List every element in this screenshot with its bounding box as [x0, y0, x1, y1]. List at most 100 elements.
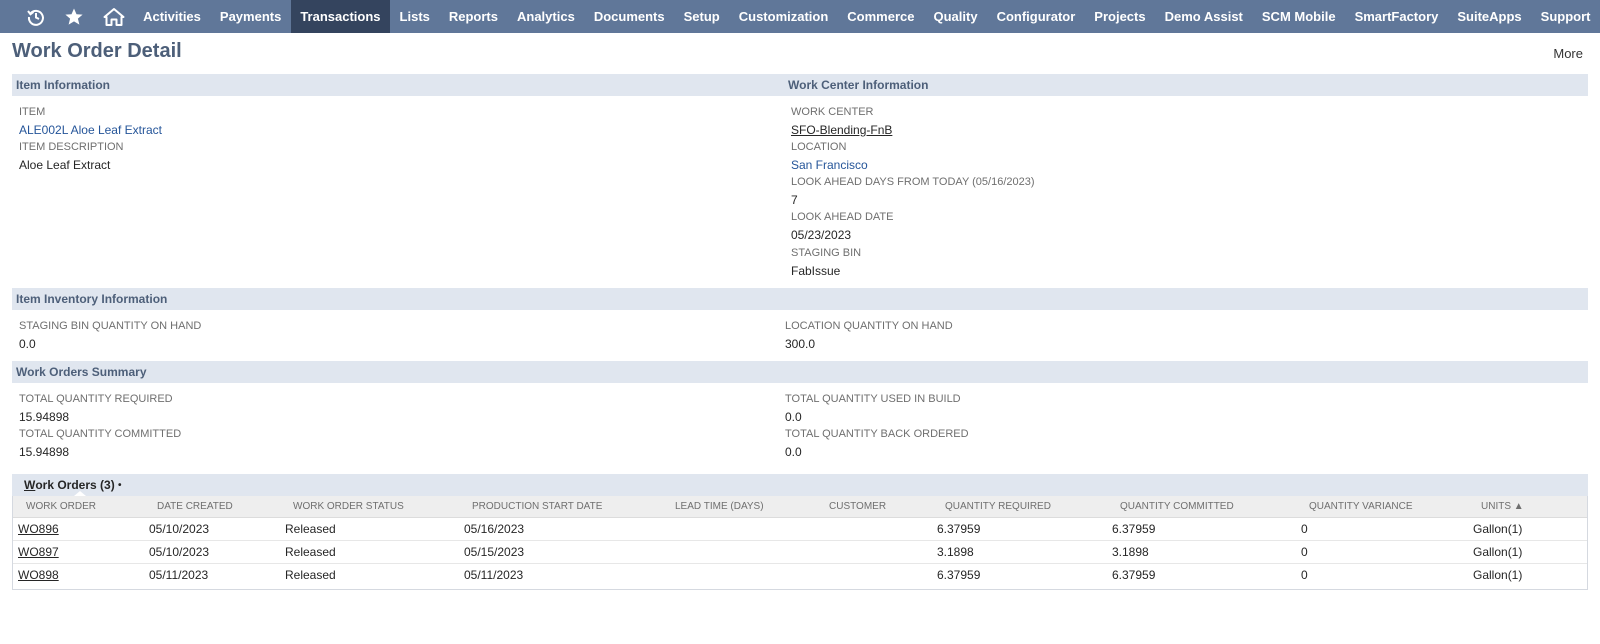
staging-bin-label: STAGING BIN [791, 247, 862, 259]
staging-bin-quantity-field: STAGING BIN QUANTITY ON HAND 0.0 [19, 320, 201, 352]
page-title: Work Order Detail [12, 40, 182, 62]
location-label: LOCATION [791, 141, 847, 153]
item-link[interactable]: ALE002L Aloe Leaf Extract [19, 122, 162, 138]
work-center-label: WORK CENTER [791, 106, 874, 118]
staging-bin-quantity-value: 0.0 [19, 337, 36, 351]
total-quantity-used-field: TOTAL QUANTITY USED IN BUILD 0.0 [785, 393, 961, 425]
work-orders-tab[interactable]: Work Orders (3) • [20, 474, 126, 496]
total-quantity-required-field: TOTAL QUANTITY REQUIRED 15.94898 [19, 393, 173, 425]
date-created-cell: 05/10/2023 [149, 545, 210, 559]
quantity-committed-cell: 3.1898 [1112, 545, 1149, 559]
column-header-customer[interactable]: CUSTOMER [829, 496, 886, 518]
location-quantity-label: LOCATION QUANTITY ON HAND [785, 320, 953, 332]
nav-reports[interactable]: Reports [439, 0, 507, 33]
work-orders-tab-bar: Work Orders (3) • [12, 474, 1588, 496]
nav-quality[interactable]: Quality [924, 0, 987, 33]
location-quantity-value: 300.0 [785, 337, 816, 351]
quantity-required-cell: 6.37959 [937, 522, 981, 536]
item-inventory-information-header: Item Inventory Information [12, 288, 1588, 310]
work-orders-table-header: WORK ORDER DATE CREATED WORK ORDER STATU… [13, 496, 1587, 518]
column-header-production-start-date[interactable]: PRODUCTION START DATE [472, 496, 602, 518]
column-header-units[interactable]: UNITS ▲ [1481, 496, 1524, 518]
item-description-field: ITEM DESCRIPTION Aloe Leaf Extract [19, 141, 124, 173]
look-ahead-date-label: LOOK AHEAD DATE [791, 211, 894, 223]
item-field: ITEM ALE002L Aloe Leaf Extract [19, 106, 162, 138]
column-header-lead-time[interactable]: LEAD TIME (DAYS) [675, 496, 764, 518]
staging-bin-quantity-label: STAGING BIN QUANTITY ON HAND [19, 320, 202, 332]
nav-payments[interactable]: Payments [210, 0, 290, 33]
column-header-quantity-variance[interactable]: QUANTITY VARIANCE [1309, 496, 1413, 518]
date-created-cell: 05/11/2023 [149, 568, 209, 582]
recent-history-icon[interactable] [18, 0, 54, 33]
nav-smartfactory[interactable]: SmartFactory [1345, 0, 1448, 33]
work-order-link[interactable]: WO898 [18, 564, 59, 587]
column-header-date-created[interactable]: DATE CREATED [157, 496, 233, 518]
nav-customization[interactable]: Customization [729, 0, 838, 33]
favorites-star-icon[interactable] [54, 0, 94, 33]
work-order-link[interactable]: WO896 [18, 518, 59, 541]
work-orders-summary-header: Work Orders Summary [12, 361, 1588, 383]
total-quantity-used-value: 0.0 [785, 410, 802, 424]
units-cell: Gallon(1) [1473, 568, 1523, 582]
nav-activities[interactable]: Activities [134, 0, 211, 33]
nav-transactions[interactable]: Transactions [290, 0, 391, 33]
nav-scm-mobile[interactable]: SCM Mobile [1252, 0, 1345, 33]
location-field: LOCATION San Francisco [791, 141, 868, 173]
nav-suiteapps[interactable]: SuiteApps [1448, 0, 1531, 33]
work-order-link[interactable]: WO897 [18, 541, 59, 564]
quantity-variance-cell: 0 [1301, 568, 1308, 582]
table-row: WO896 05/10/2023 Released 05/16/2023 6.3… [13, 518, 1587, 541]
units-cell: Gallon(1) [1473, 522, 1523, 536]
nav-support[interactable]: Support [1531, 0, 1600, 33]
column-header-work-order-status[interactable]: WORK ORDER STATUS [293, 496, 404, 518]
total-quantity-used-label: TOTAL QUANTITY USED IN BUILD [785, 393, 961, 405]
status-cell: Released [285, 545, 336, 559]
item-description-label: ITEM DESCRIPTION [19, 141, 124, 153]
nav-projects[interactable]: Projects [1085, 0, 1155, 33]
nav-analytics[interactable]: Analytics [508, 0, 585, 33]
home-icon[interactable] [94, 0, 134, 33]
look-ahead-date-value: 05/23/2023 [791, 228, 852, 242]
total-quantity-required-label: TOTAL QUANTITY REQUIRED [19, 393, 173, 405]
look-ahead-days-field: LOOK AHEAD DAYS FROM TODAY (05/16/2023) … [791, 176, 1035, 208]
work-center-link[interactable]: SFO-Blending-FnB [791, 122, 892, 138]
location-quantity-field: LOCATION QUANTITY ON HAND 300.0 [785, 320, 953, 352]
quantity-variance-cell: 0 [1301, 545, 1308, 559]
total-quantity-required-value: 15.94898 [19, 410, 70, 424]
table-row: WO897 05/10/2023 Released 05/15/2023 3.1… [13, 541, 1587, 564]
total-quantity-committed-field: TOTAL QUANTITY COMMITTED 15.94898 [19, 428, 181, 460]
production-start-date-cell: 05/16/2023 [464, 522, 525, 536]
production-start-date-cell: 05/15/2023 [464, 545, 525, 559]
total-quantity-committed-label: TOTAL QUANTITY COMMITTED [19, 428, 182, 440]
nav-configurator[interactable]: Configurator [987, 0, 1085, 33]
column-header-work-order[interactable]: WORK ORDER [26, 496, 96, 518]
staging-bin-value: FabIssue [791, 264, 841, 278]
work-orders-tab-accesskey: W [24, 478, 36, 492]
units-cell: Gallon(1) [1473, 545, 1523, 559]
nav-commerce[interactable]: Commerce [838, 0, 924, 33]
quantity-committed-cell: 6.37959 [1112, 522, 1156, 536]
work-center-field: WORK CENTER SFO-Blending-FnB [791, 106, 892, 138]
look-ahead-date-field: LOOK AHEAD DATE 05/23/2023 [791, 211, 894, 243]
nav-demo-assist[interactable]: Demo Assist [1155, 0, 1252, 33]
location-link[interactable]: San Francisco [791, 157, 868, 173]
work-orders-tab-label: ork Orders (3) [35, 478, 115, 492]
quantity-variance-cell: 0 [1301, 522, 1308, 536]
total-quantity-back-ordered-label: TOTAL QUANTITY BACK ORDERED [785, 428, 969, 440]
total-quantity-back-ordered-value: 0.0 [785, 445, 802, 459]
item-description-value: Aloe Leaf Extract [19, 158, 111, 172]
quantity-required-cell: 6.37959 [937, 568, 981, 582]
nav-lists[interactable]: Lists [390, 0, 439, 33]
date-created-cell: 05/10/2023 [149, 522, 210, 536]
more-menu-button[interactable]: More [1553, 46, 1583, 61]
total-quantity-committed-value: 15.94898 [19, 445, 70, 459]
work-orders-tab-dot: • [118, 479, 122, 491]
nav-setup[interactable]: Setup [674, 0, 729, 33]
column-header-quantity-committed[interactable]: QUANTITY COMMITTED [1120, 496, 1234, 518]
item-label: ITEM [19, 106, 46, 118]
staging-bin-field: STAGING BIN FabIssue [791, 247, 861, 279]
table-row: WO898 05/11/2023 Released 05/11/2023 6.3… [13, 564, 1587, 587]
nav-documents[interactable]: Documents [584, 0, 674, 33]
column-header-quantity-required[interactable]: QUANTITY REQUIRED [945, 496, 1051, 518]
top-navigation-bar: Activities Payments Transactions Lists R… [0, 0, 1600, 33]
